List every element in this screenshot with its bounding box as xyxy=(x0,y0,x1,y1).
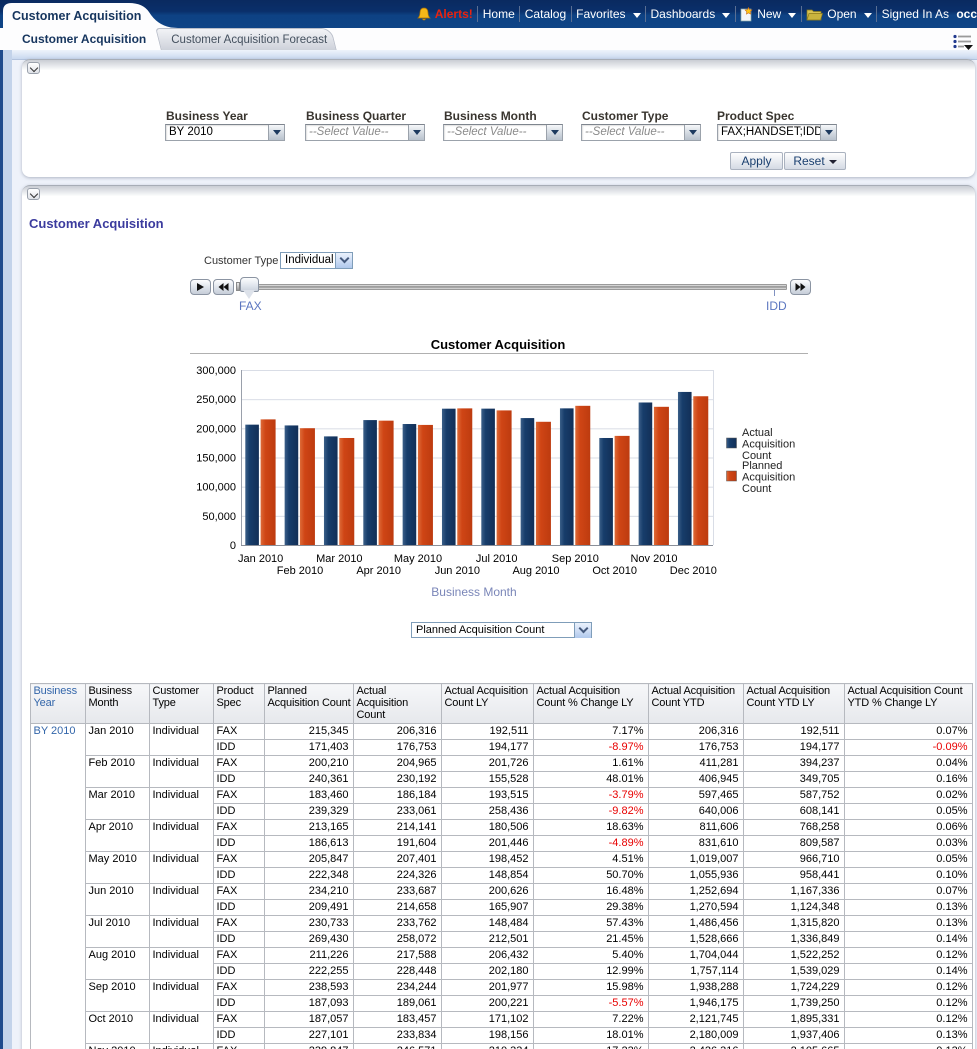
svg-text:Jun 2010: Jun 2010 xyxy=(435,565,480,577)
svg-text:Count: Count xyxy=(742,483,771,495)
svg-text:Business Month: Business Month xyxy=(431,585,516,599)
svg-text:Acquisition: Acquisition xyxy=(742,472,795,484)
svg-text:Dec 2010: Dec 2010 xyxy=(670,565,717,577)
svg-text:Planned: Planned xyxy=(742,460,782,472)
svg-text:Aug 2010: Aug 2010 xyxy=(512,565,559,577)
svg-text:Sep 2010: Sep 2010 xyxy=(552,553,599,565)
svg-text:Feb 2010: Feb 2010 xyxy=(277,565,323,577)
svg-text:100,000: 100,000 xyxy=(196,482,236,494)
svg-text:250,000: 250,000 xyxy=(196,394,236,406)
svg-text:Apr 2010: Apr 2010 xyxy=(356,565,401,577)
svg-text:50,000: 50,000 xyxy=(202,511,236,523)
svg-text:Nov 2010: Nov 2010 xyxy=(630,553,677,565)
svg-text:Actual: Actual xyxy=(742,427,773,439)
svg-text:Mar 2010: Mar 2010 xyxy=(316,553,362,565)
svg-text:Customer Acquisition: Customer Acquisition xyxy=(431,337,566,352)
svg-text:0: 0 xyxy=(230,540,236,552)
svg-text:Oct 2010: Oct 2010 xyxy=(592,565,637,577)
svg-text:May 2010: May 2010 xyxy=(394,553,442,565)
svg-text:200,000: 200,000 xyxy=(196,423,236,435)
svg-text:150,000: 150,000 xyxy=(196,453,236,465)
svg-text:Jul 2010: Jul 2010 xyxy=(476,553,518,565)
svg-text:Jan 2010: Jan 2010 xyxy=(238,553,283,565)
svg-text:300,000: 300,000 xyxy=(196,365,236,377)
svg-text:Acquisition: Acquisition xyxy=(742,439,795,451)
